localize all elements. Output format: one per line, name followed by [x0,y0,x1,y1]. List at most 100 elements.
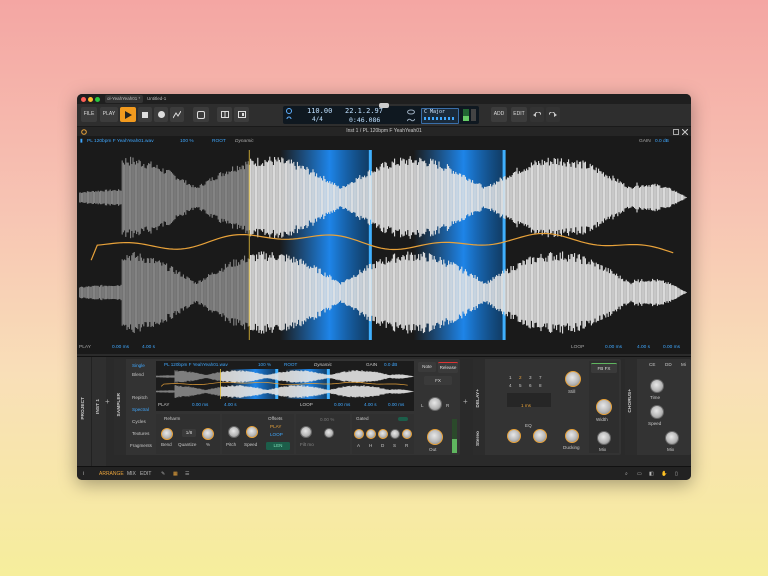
mode-cycles[interactable]: Cycles [132,419,146,424]
tab-project[interactable]: ol-YeahYeah01 * [105,95,143,103]
out-knob[interactable] [427,429,443,445]
mix-knob[interactable] [597,431,611,445]
project-strip[interactable]: PROJECT [77,357,91,467]
edit-tab[interactable]: EDIT [140,471,151,477]
search-icon[interactable]: ⌕ [625,471,628,477]
play-end-value[interactable]: 4.00 s [142,345,155,350]
hand-icon[interactable]: ✋ [661,471,667,477]
fbfx-button[interactable]: FB FX [591,363,617,373]
mini-loop-b[interactable]: 4.00 s [364,402,377,407]
record-button[interactable] [154,107,168,122]
device-icon[interactable]: ◧ [649,471,654,477]
mode-label[interactable]: Dynamic [235,139,254,144]
layout-button[interactable] [217,107,232,122]
release-button[interactable]: Release [438,362,458,373]
root-label[interactable]: ROOT [212,139,226,144]
automation-button[interactable] [170,107,184,122]
waveform-display[interactable] [79,150,687,340]
maximize-window-icon[interactable] [95,97,100,102]
loop-start-value[interactable]: 0.00 ms [605,345,622,350]
arrange-tab[interactable]: ARRANGE [99,471,124,477]
minimize-window-icon[interactable] [88,97,93,102]
mini-loop-c[interactable]: 0.00 ms [388,402,404,407]
chorus-mix-knob[interactable] [665,431,679,445]
sustain-knob[interactable] [390,429,400,439]
mini-play-start[interactable]: 0.00 ms [192,402,208,407]
info-icon[interactable]: i [83,471,84,477]
filter-amount-knob[interactable] [324,428,334,438]
tilde-icon[interactable] [407,117,415,123]
add-device-button[interactable]: + [105,397,113,406]
pitch-curve[interactable] [90,232,674,261]
play-start-value[interactable]: 0.00 ms [112,345,129,350]
time-display[interactable]: 1 ms [507,393,551,408]
fx-button[interactable]: FX [424,376,452,385]
folder-icon[interactable]: ▭ [637,471,642,477]
eq-high-knob[interactable] [533,429,547,443]
view-button[interactable] [234,107,249,122]
gain-value[interactable]: 0.0 dB [655,139,669,144]
delay-grid[interactable]: 1 2 3 4 5 6 7 8 [507,361,547,391]
speed-value[interactable]: 100 % [180,139,194,144]
edit-tool-icon[interactable]: ✎ [161,471,165,477]
panel-icon[interactable]: ▯ [675,471,678,477]
mini-gain-value[interactable]: 0.0 dB [384,362,397,367]
close-icon[interactable] [682,128,688,135]
mixer-icon[interactable]: ☰ [185,471,189,477]
file-button[interactable]: FILE [81,107,97,122]
offset-len-button[interactable]: LEN [266,442,290,450]
chorus-strip[interactable]: CHORUS+ [625,359,637,455]
filter-knob[interactable] [300,426,312,438]
speed-knob[interactable] [246,426,258,438]
key-selector[interactable]: C Major [421,108,459,124]
time-signature[interactable]: 4/4 [312,116,323,123]
chorus-time-knob[interactable] [650,379,664,393]
width-knob[interactable] [596,399,612,415]
ducking-knob[interactable] [565,429,579,443]
mini-play-end[interactable]: 4.00 s [224,402,237,407]
chorus-tab-1[interactable]: CE [649,362,655,367]
loop-mid-value[interactable]: 4.00 s [637,345,650,350]
delay-strip[interactable]: DELAY+ Stereo [473,359,485,455]
mix-tab[interactable]: MIX [127,471,136,477]
mode-textures[interactable]: Textures [132,431,149,436]
edit-button[interactable]: EDIT [511,107,527,122]
stop-button[interactable] [138,107,152,122]
decay-knob[interactable] [378,429,388,439]
pan-knob[interactable] [428,397,442,411]
mode-blend[interactable]: Blend [132,372,144,377]
eq-low-knob[interactable] [507,429,521,443]
pitch-knob[interactable] [228,426,240,438]
mode-fragments[interactable]: Fragments [130,443,152,448]
env-toggle[interactable] [398,417,408,421]
envelope-mode[interactable]: Gated [356,416,369,421]
add-button[interactable]: ADD [491,107,507,122]
chorus-tab-3[interactable]: Mi [681,362,686,367]
quantize-amount-knob[interactable] [202,428,214,440]
quantize-selector[interactable]: 1/8 [182,429,196,437]
still-knob[interactable] [565,371,581,387]
mode-repitch[interactable]: Repitch [132,395,148,400]
overdub-button[interactable] [193,107,209,122]
mini-root[interactable]: ROOT [284,362,297,367]
loop-end-value[interactable]: 0.00 ms [663,345,680,350]
mini-speed[interactable]: 100 % [258,362,271,367]
close-window-icon[interactable] [81,97,86,102]
play-mode-button[interactable]: PLAY [100,107,118,122]
offset-play[interactable]: PLAY [270,424,281,429]
mini-mode[interactable]: Dynamic [314,362,332,367]
expand-icon[interactable] [673,128,679,135]
add-device-button-2[interactable]: + [463,397,471,406]
tempo-value[interactable]: 110.00 [307,107,332,115]
mode-spectral[interactable]: Spectral [132,407,149,412]
tab-untitled[interactable]: Untitled-1 [145,95,175,103]
mode-single[interactable]: Single [132,363,145,368]
redo-button[interactable] [546,107,560,122]
attack-knob[interactable] [354,429,364,439]
offset-loop[interactable]: LOOP [270,432,283,437]
undo-button[interactable] [530,107,544,122]
link-icon[interactable] [407,109,415,115]
sampler-strip[interactable]: SAMPLER [114,359,126,455]
filter-value[interactable]: 0.00 % [320,417,334,422]
power-icon[interactable] [81,128,87,135]
